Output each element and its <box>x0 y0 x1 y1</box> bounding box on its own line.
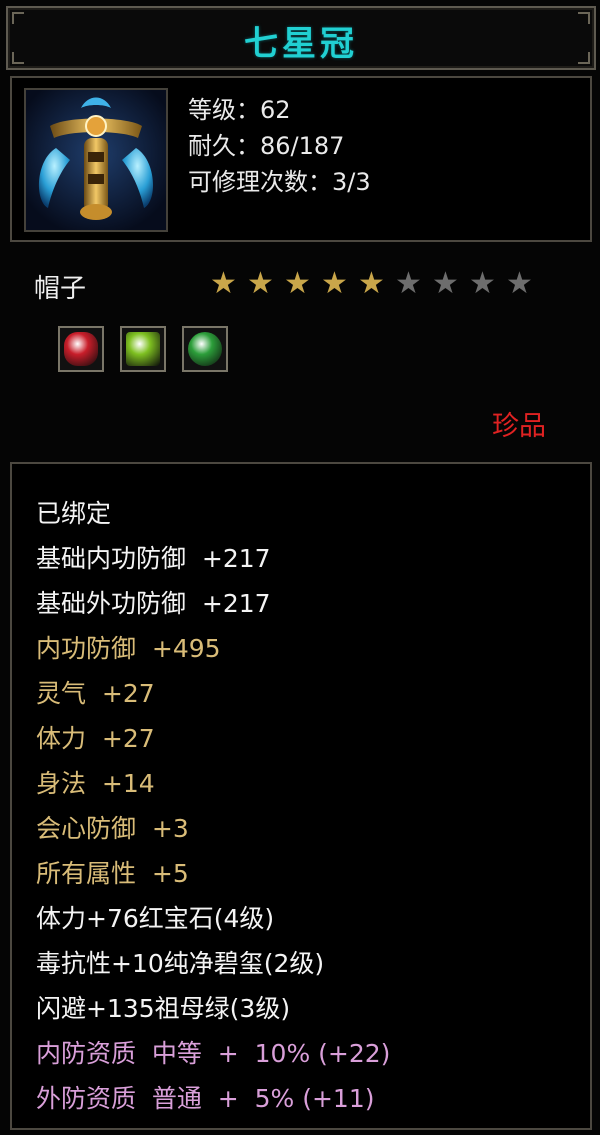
pure-jade-gem-icon <box>126 332 160 366</box>
item-repair-count: 可修理次数：3/3 <box>188 168 371 196</box>
attribute-line: 内防资质 中等 + 10% (+22) <box>36 1039 391 1068</box>
item-type: 帽子 <box>34 274 87 304</box>
star-filled-icon: ★ <box>321 266 348 301</box>
item-level: 等级：62 <box>188 96 291 124</box>
gem-slot[interactable] <box>182 326 228 372</box>
star-filled-icon: ★ <box>247 266 274 301</box>
item-tooltip: 七星冠 等级：62 耐久：86/187 可修理次数：3/3 帽子 ★ ★ ★ ★… <box>0 0 600 1135</box>
crown-icon <box>26 90 166 230</box>
attribute-line: 内功防御 +495 <box>36 634 221 663</box>
attribute-line: 外防资质 普通 + 5% (+11) <box>36 1084 375 1113</box>
emerald-gem-icon <box>188 332 222 366</box>
item-header: 等级：62 耐久：86/187 可修理次数：3/3 <box>10 76 592 242</box>
item-durability: 耐久：86/187 <box>188 132 345 160</box>
ruby-gem-icon <box>64 332 98 366</box>
attribute-line: 体力 +27 <box>36 724 155 753</box>
attribute-line: 已绑定 <box>36 499 112 528</box>
item-rarity: 珍品 <box>492 411 546 442</box>
item-icon <box>24 88 168 232</box>
star-empty-icon: ★ <box>432 266 459 301</box>
star-empty-icon: ★ <box>395 266 422 301</box>
attribute-line: 身法 +14 <box>36 769 155 798</box>
attribute-line: 会心防御 +3 <box>36 814 189 843</box>
star-empty-icon: ★ <box>506 266 533 301</box>
star-filled-icon: ★ <box>358 266 385 301</box>
item-name: 七星冠 <box>244 24 358 64</box>
gem-slot[interactable] <box>58 326 104 372</box>
attribute-line: 灵气 +27 <box>36 679 155 708</box>
star-filled-icon: ★ <box>210 266 237 301</box>
attribute-line: 体力+76红宝石(4级) <box>36 904 275 933</box>
gem-slot[interactable] <box>120 326 166 372</box>
attribute-line: 基础外功防御 +217 <box>36 589 271 618</box>
star-filled-icon: ★ <box>284 266 311 301</box>
attribute-line: 所有属性 +5 <box>36 859 189 888</box>
attribute-line: 闪避+135祖母绿(3级) <box>36 994 291 1023</box>
title-bar: 七星冠 <box>6 6 596 70</box>
attribute-line: 毒抗性+10纯净碧玺(2级) <box>36 949 325 978</box>
attribute-line: 基础内功防御 +217 <box>36 544 271 573</box>
star-empty-icon: ★ <box>469 266 496 301</box>
attribute-list: 已绑定基础内功防御 +217 基础外功防御 +217 内功防御 +495 灵气 +27… <box>10 462 592 1130</box>
